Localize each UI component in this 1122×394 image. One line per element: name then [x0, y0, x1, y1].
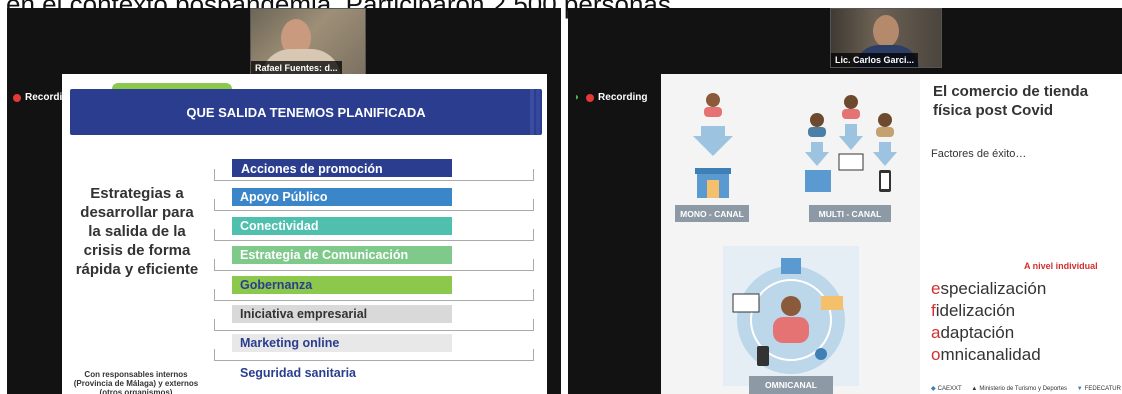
recording-dot-icon — [586, 93, 595, 102]
slide-title: El comercio de tienda física post Covid — [933, 83, 1089, 119]
logo-caexxt: ◆ CAEXXT — [931, 385, 962, 393]
action-label: Gobernanza — [240, 278, 313, 292]
action-promocion: Acciones de promoción — [232, 159, 452, 177]
action-seguridad: Seguridad sanitaria — [232, 364, 452, 382]
action-label: Estrategia de Comunicación — [240, 248, 409, 262]
mono-channel-diagram — [693, 93, 733, 198]
sponsor-logos: ◆ CAEXXT ▲ Ministerio de Turismo y Deporte… — [931, 383, 1121, 394]
strategies-text: Estrategias a desarrollar para la salida… — [75, 185, 199, 278]
title-stripes — [528, 89, 542, 135]
individual-label: A nivel individual — [1024, 261, 1098, 271]
participant-face — [873, 15, 899, 47]
action-conectividad: Conectividad — [232, 217, 452, 235]
participant-name: Lic. Carlos Garci... — [831, 53, 919, 67]
action-label: Apoyo Público — [240, 190, 328, 204]
action-label: Acciones de promoción — [241, 162, 383, 176]
action-gobernanza: Gobernanza — [232, 276, 452, 294]
left-shared-slide: QUE SALIDA TENEMOS PLANIFICADA Estrategi… — [62, 74, 547, 394]
mono-channel-badge: MONO - CANAL — [675, 205, 749, 222]
recording-indicator: ◗ Recording — [574, 92, 648, 103]
recording-dot-icon — [13, 93, 21, 102]
action-label: Iniciativa empresarial — [240, 307, 368, 321]
multi-channel-diagram — [805, 95, 897, 192]
channels-illustration — [693, 93, 897, 386]
success-factors-list: especialización fidelización adaptación … — [931, 278, 1046, 366]
action-label: Seguridad sanitaria — [240, 366, 357, 380]
list-item: adaptación — [931, 323, 1015, 342]
list-item: fidelización — [931, 301, 1016, 320]
slide-subtitle: Factores de éxito… — [931, 148, 1027, 160]
participant-name: Rafael Fuentes: d... — [251, 61, 342, 75]
list-item: especialización — [931, 279, 1047, 298]
omni-channel-diagram — [723, 246, 859, 386]
multi-channel-badge: MULTI - CANAL — [809, 205, 891, 222]
action-iniciativa: Iniciativa empresarial — [232, 305, 452, 323]
participant-thumbnail-right[interactable]: Lic. Carlos Garci... — [830, 8, 942, 68]
recording-label: Recording — [598, 92, 648, 103]
participant-thumbnail-left[interactable]: Rafael Fuentes: d... — [250, 8, 366, 76]
shield-icon: ◗ — [574, 92, 581, 103]
action-apoyo-publico: Apoyo Público — [232, 188, 452, 206]
slide-title: QUE SALIDA TENEMOS PLANIFICADA — [70, 89, 542, 135]
action-label: Marketing online — [240, 336, 340, 350]
action-marketing: Marketing online — [232, 334, 452, 352]
logo-ministerio: ▲ Ministerio de Turismo y Deportes — [971, 385, 1068, 392]
action-label: Conectividad — [240, 219, 319, 233]
action-comunicacion: Estrategia de Comunicación — [232, 246, 452, 264]
right-shared-slide: MONO - CANAL MULTI - CANAL OMNICANAL El … — [661, 74, 1122, 394]
footer-text: Con responsables internos (Provincia de … — [73, 370, 199, 394]
list-item: omnicanalidad — [931, 345, 1041, 364]
logo-fedecatur: ▼ FEDECATUR — [1076, 385, 1121, 392]
omni-channel-badge: OMNICANAL — [749, 376, 833, 394]
